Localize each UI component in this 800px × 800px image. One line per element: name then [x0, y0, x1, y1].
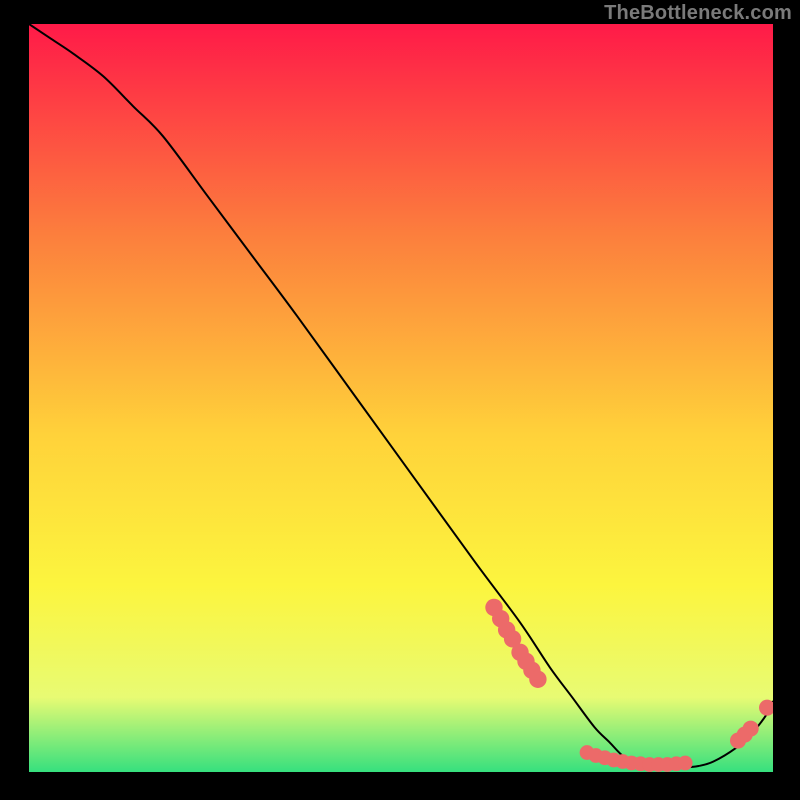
data-dot	[743, 721, 759, 737]
watermark-text: TheBottleneck.com	[604, 2, 792, 25]
chart-frame: TheBottleneck.com	[0, 0, 800, 800]
data-dot	[529, 671, 546, 688]
bottleneck-chart	[29, 24, 773, 772]
gradient-background	[29, 24, 773, 772]
data-dot	[678, 756, 693, 771]
